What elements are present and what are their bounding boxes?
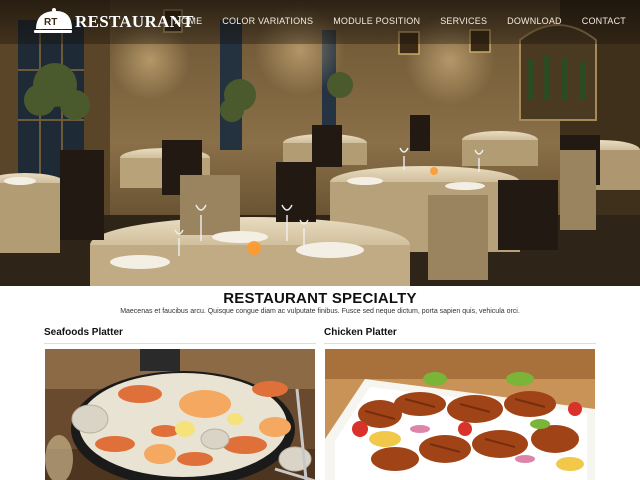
dish-title: Chicken Platter xyxy=(324,327,397,338)
menu-item-contact[interactable]: CONTACT xyxy=(582,16,626,26)
section-title: RESTAURANT SPECIALTY xyxy=(223,290,417,307)
menu-item-module-position[interactable]: MODULE POSITION xyxy=(333,16,420,26)
section-subtitle: Maecenas et faucibus arcu. Quisque congu… xyxy=(120,308,520,315)
menu-item-services[interactable]: SERVICES xyxy=(440,16,487,26)
hero-banner: RT RESTAURANT HOME COLOR VARIATIONS MODU… xyxy=(0,0,640,286)
cloche-logo-icon: RT xyxy=(34,8,72,33)
dish-card-seafood: Seafoods Platter xyxy=(44,324,316,480)
menu-item-download[interactable]: DOWNLOAD xyxy=(507,16,562,26)
dish-card-chicken: Chicken Platter xyxy=(324,324,596,480)
dish-title: Seafoods Platter xyxy=(44,327,123,338)
main-menu: HOME COLOR VARIATIONS MODULE POSITION SE… xyxy=(154,16,626,26)
seafood-platter-image[interactable] xyxy=(45,349,315,480)
logo-monogram: RT xyxy=(44,17,57,28)
menu-item-home[interactable]: HOME xyxy=(174,16,202,26)
divider xyxy=(44,343,316,344)
top-navbar: RT RESTAURANT HOME COLOR VARIATIONS MODU… xyxy=(0,0,640,44)
chicken-platter-image[interactable] xyxy=(325,349,595,480)
menu-item-color-variations[interactable]: COLOR VARIATIONS xyxy=(222,16,313,26)
divider xyxy=(324,343,596,344)
